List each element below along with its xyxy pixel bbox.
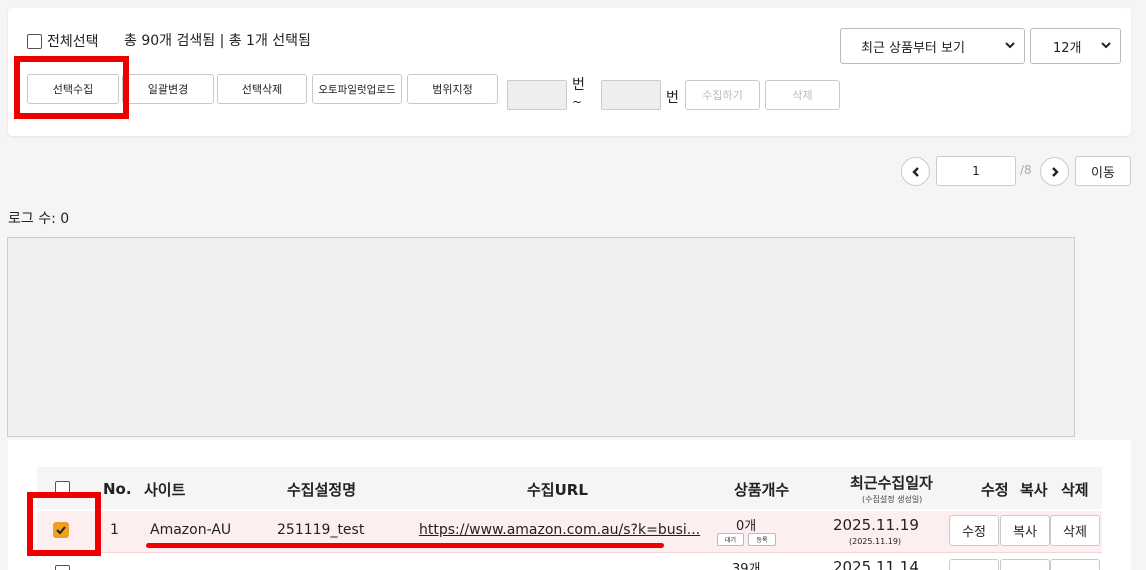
header-last-collected: 최근수집일자 <box>850 474 933 492</box>
copy-button[interactable] <box>1000 559 1050 570</box>
chevron-down-icon <box>1005 42 1015 49</box>
header-site: 사이트 <box>144 481 186 499</box>
checkbox[interactable] <box>27 33 42 49</box>
row-product-count: 39개 <box>732 562 761 570</box>
header-edit: 수정 <box>981 481 1009 499</box>
chevron-down-icon <box>1101 42 1111 49</box>
row-site: Amazon-AU <box>150 522 232 538</box>
header-config-name: 수집설정명 <box>287 481 357 499</box>
row-checkbox[interactable] <box>55 565 70 570</box>
range-tilde: ~ <box>572 95 583 109</box>
range-end-unit: 번 <box>666 90 679 106</box>
range-start-input[interactable] <box>507 80 567 110</box>
wait-badge[interactable]: 대기 <box>717 533 744 546</box>
copy-button[interactable]: 복사 <box>1000 515 1050 546</box>
row-no: 1 <box>110 522 119 538</box>
header-copy: 복사 <box>1020 481 1048 499</box>
highlight-underline <box>146 543 664 548</box>
sort-select[interactable]: 최근 상품부터 보기 <box>840 28 1025 64</box>
chevron-left-icon <box>911 166 919 177</box>
row-product-count: 0개 <box>736 519 757 534</box>
header-delete: 삭제 <box>1061 481 1089 499</box>
set-range-button[interactable]: 범위지정 <box>407 74 498 104</box>
search-summary: 총 90개 검색됨 | 총 1개 선택됨 <box>124 33 311 49</box>
select-all-checkbox[interactable]: 전체선택 <box>27 31 99 51</box>
row-config-name: 251119_test <box>277 522 365 538</box>
bulk-change-button[interactable]: 일괄변경 <box>122 74 214 104</box>
delete-row-button[interactable]: 삭제 <box>1050 515 1100 546</box>
row-last-collected: 2025.11.14 <box>833 558 919 570</box>
next-page-button[interactable] <box>1040 157 1069 186</box>
row-url-link[interactable]: https://www.amazon.com.au/s?k=busi... <box>419 522 700 538</box>
header-no: No. <box>103 480 132 498</box>
highlight-box <box>27 492 101 556</box>
delete-row-button[interactable] <box>1050 559 1100 570</box>
header-created-sub: (수집설정 생성일) <box>862 495 923 504</box>
move-page-button[interactable]: 이동 <box>1075 156 1131 186</box>
prev-page-button[interactable] <box>901 157 930 186</box>
delete-selected-button[interactable]: 선택삭제 <box>217 74 307 104</box>
header-product-count: 상품개수 <box>734 481 790 499</box>
page-input[interactable]: 1 <box>936 156 1016 186</box>
select-all-label: 전체선택 <box>47 34 99 50</box>
chevron-right-icon <box>1051 166 1059 177</box>
row-last-collected: 2025.11.19 <box>833 516 919 534</box>
count-select[interactable]: 12개 <box>1030 28 1121 64</box>
sort-select-value: 최근 상품부터 보기 <box>861 40 965 56</box>
row-created-date: (2025.11.19) <box>849 537 902 546</box>
register-badge[interactable]: 등록 <box>748 533 776 546</box>
edit-button[interactable]: 수정 <box>949 515 999 546</box>
count-select-value: 12개 <box>1053 40 1082 56</box>
header-url: 수집URL <box>527 481 588 499</box>
range-end-input[interactable] <box>601 80 661 110</box>
delete-button[interactable]: 삭제 <box>765 80 840 110</box>
edit-button[interactable] <box>949 559 999 570</box>
range-start-unit: 번 <box>572 77 585 93</box>
log-count: 로그 수: 0 <box>8 211 70 227</box>
autopilot-upload-button[interactable]: 오토파일럿업로드 <box>312 74 402 104</box>
page-total: /8 <box>1020 163 1032 177</box>
collect-button[interactable]: 수집하기 <box>685 80 760 110</box>
highlight-box <box>14 56 129 119</box>
log-area <box>7 237 1075 437</box>
